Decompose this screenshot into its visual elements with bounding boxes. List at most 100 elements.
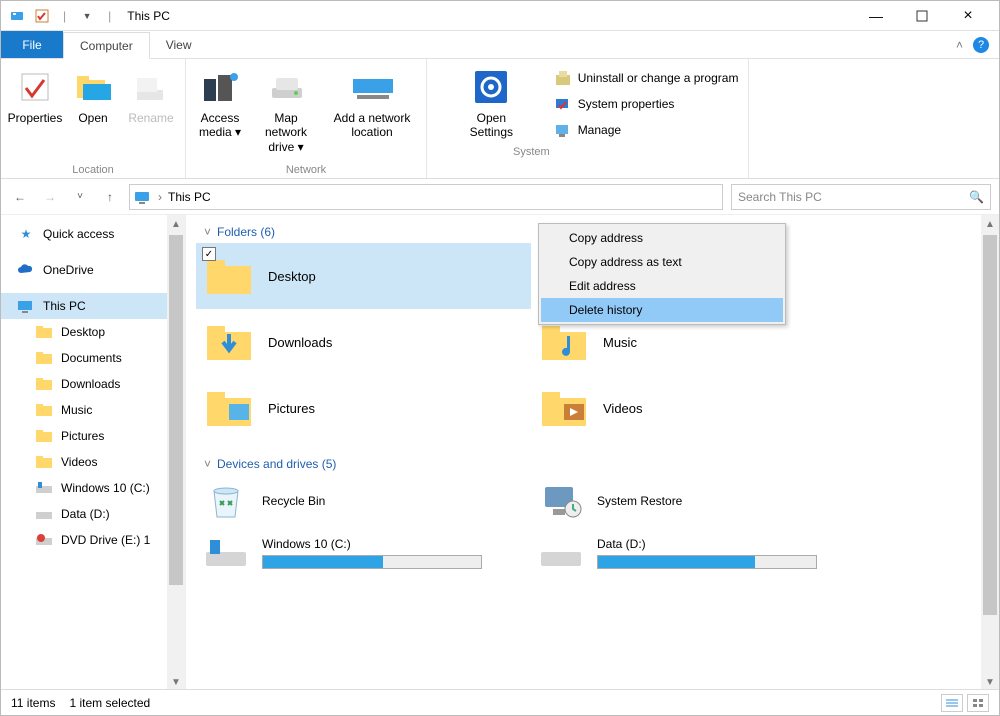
rename-button[interactable]: Rename (123, 63, 179, 162)
drive-recycle-bin[interactable]: Recycle Bin (196, 475, 531, 527)
nav-pictures[interactable]: Pictures (1, 423, 185, 449)
titlebar: | ▼ | This PC — × (1, 1, 999, 31)
address-bar: ← → ˅ ↑ › This PC Search This PC 🔍 (1, 179, 999, 215)
window-title: This PC (127, 9, 170, 23)
nav-music[interactable]: Music (1, 397, 185, 423)
folder-icon (35, 401, 53, 419)
properties-button[interactable]: Properties (7, 63, 63, 162)
qat-dropdown-icon[interactable]: ▼ (78, 7, 96, 25)
folder-desktop[interactable]: ✓ Desktop (196, 243, 531, 309)
tab-view[interactable]: View (150, 31, 209, 58)
context-copy-address[interactable]: Copy address (541, 226, 783, 250)
nav-scrollbar[interactable]: ▲▼ (167, 215, 185, 691)
context-menu: Copy address Copy address as text Edit a… (538, 223, 786, 325)
group-network: Access media ▾ Map network drive ▾ Add a… (186, 59, 427, 178)
open-button[interactable]: Open (65, 63, 121, 162)
status-bar: 11 items 1 item selected (1, 689, 999, 715)
section-drives: ˅ Devices and drives (5) (186, 447, 999, 475)
manage-button[interactable]: Manage (554, 119, 739, 141)
drive-icon (35, 505, 53, 523)
pc-icon (17, 297, 35, 315)
folder-icon (35, 349, 53, 367)
system-properties-button[interactable]: System properties (554, 93, 739, 115)
tab-computer[interactable]: Computer (63, 32, 150, 59)
nav-this-pc[interactable]: This PC (1, 293, 185, 319)
content-body: ▲▼ ★Quick access OneDrive This PC Deskto… (1, 215, 999, 691)
group-system: Open Settings System Uninstall or change… (427, 59, 749, 178)
folder-icon (35, 427, 53, 445)
title-separator: | (108, 9, 111, 23)
drive-icon (539, 531, 583, 575)
drive-c[interactable]: Windows 10 (C:) (196, 527, 531, 579)
content-scrollbar[interactable]: ▲▼ (981, 215, 999, 691)
map-drive-button[interactable]: Map network drive ▾ (250, 63, 322, 162)
app-icon (9, 7, 27, 25)
back-button[interactable]: ← (9, 186, 31, 208)
cloud-icon (17, 261, 35, 279)
group-network-label: Network (286, 164, 326, 176)
nav-quick-access[interactable]: ★Quick access (1, 221, 185, 247)
collapse-ribbon-icon[interactable]: ˄ (956, 38, 963, 52)
checkbox-icon[interactable]: ✓ (202, 247, 216, 261)
tab-file[interactable]: File (1, 31, 63, 58)
add-network-location-button[interactable]: Add a network location (324, 63, 420, 162)
pc-icon (134, 190, 152, 204)
folder-icon (35, 453, 53, 471)
maximize-button[interactable] (899, 1, 945, 31)
folder-pictures[interactable]: Pictures (196, 375, 531, 441)
ribbon-tabs: File Computer View ˄ ? (1, 31, 999, 59)
folder-icon (35, 323, 53, 341)
star-icon: ★ (17, 225, 35, 243)
search-box[interactable]: Search This PC 🔍 (731, 184, 991, 210)
nav-documents[interactable]: Documents (1, 345, 185, 371)
drive-icon (204, 531, 248, 575)
nav-drive-d[interactable]: Data (D:) (1, 501, 185, 527)
context-edit-address[interactable]: Edit address (541, 274, 783, 298)
qat-separator: | (63, 9, 66, 23)
chevron-down-icon[interactable]: ˅ (204, 457, 211, 471)
drive-d[interactable]: Data (D:) (531, 527, 866, 579)
search-icon: 🔍 (969, 190, 984, 204)
group-system-label: System (513, 146, 550, 158)
up-button[interactable]: ↑ (99, 186, 121, 208)
recent-dropdown[interactable]: ˅ (69, 186, 91, 208)
minimize-button[interactable]: — (853, 1, 899, 31)
view-icons-button[interactable] (967, 694, 989, 712)
nav-onedrive[interactable]: OneDrive (1, 257, 185, 283)
access-media-button[interactable]: Access media ▾ (192, 63, 248, 162)
status-selected: 1 item selected (69, 696, 150, 710)
drive-system-restore[interactable]: System Restore (531, 475, 866, 527)
folder-videos[interactable]: Videos (531, 375, 866, 441)
breadcrumb-sep: › (158, 190, 162, 204)
recycle-bin-icon (204, 479, 248, 523)
breadcrumb-root[interactable]: This PC (168, 190, 211, 204)
navigation-pane: ▲▼ ★Quick access OneDrive This PC Deskto… (1, 215, 186, 691)
nav-desktop[interactable]: Desktop (1, 319, 185, 345)
view-details-button[interactable] (941, 694, 963, 712)
forward-button[interactable]: → (39, 186, 61, 208)
system-restore-icon (539, 479, 583, 523)
drives-heading: Devices and drives (5) (217, 457, 336, 471)
chevron-down-icon[interactable]: ˅ (204, 225, 211, 239)
nav-downloads[interactable]: Downloads (1, 371, 185, 397)
nav-videos[interactable]: Videos (1, 449, 185, 475)
context-copy-address-text[interactable]: Copy address as text (541, 250, 783, 274)
group-location-label: Location (72, 164, 114, 176)
nav-dvd[interactable]: DVD Drive (E:) 1 (1, 527, 185, 553)
folder-downloads[interactable]: Downloads (196, 309, 531, 375)
uninstall-button[interactable]: Uninstall or change a program (554, 67, 739, 89)
help-icon[interactable]: ? (973, 37, 989, 53)
context-delete-history[interactable]: Delete history (541, 298, 783, 322)
status-count: 11 items (11, 696, 55, 710)
dvd-icon (35, 531, 53, 549)
close-button[interactable]: × (945, 1, 991, 31)
drive-icon (35, 479, 53, 497)
qat-properties-icon[interactable] (33, 7, 51, 25)
address-box[interactable]: › This PC (129, 184, 723, 210)
folder-icon (35, 375, 53, 393)
open-settings-button[interactable]: Open Settings (463, 63, 519, 144)
ribbon: Properties Open Rename Location Access m… (1, 59, 999, 179)
group-location: Properties Open Rename Location (1, 59, 186, 178)
search-placeholder: Search This PC (738, 190, 822, 204)
nav-drive-c[interactable]: Windows 10 (C:) (1, 475, 185, 501)
